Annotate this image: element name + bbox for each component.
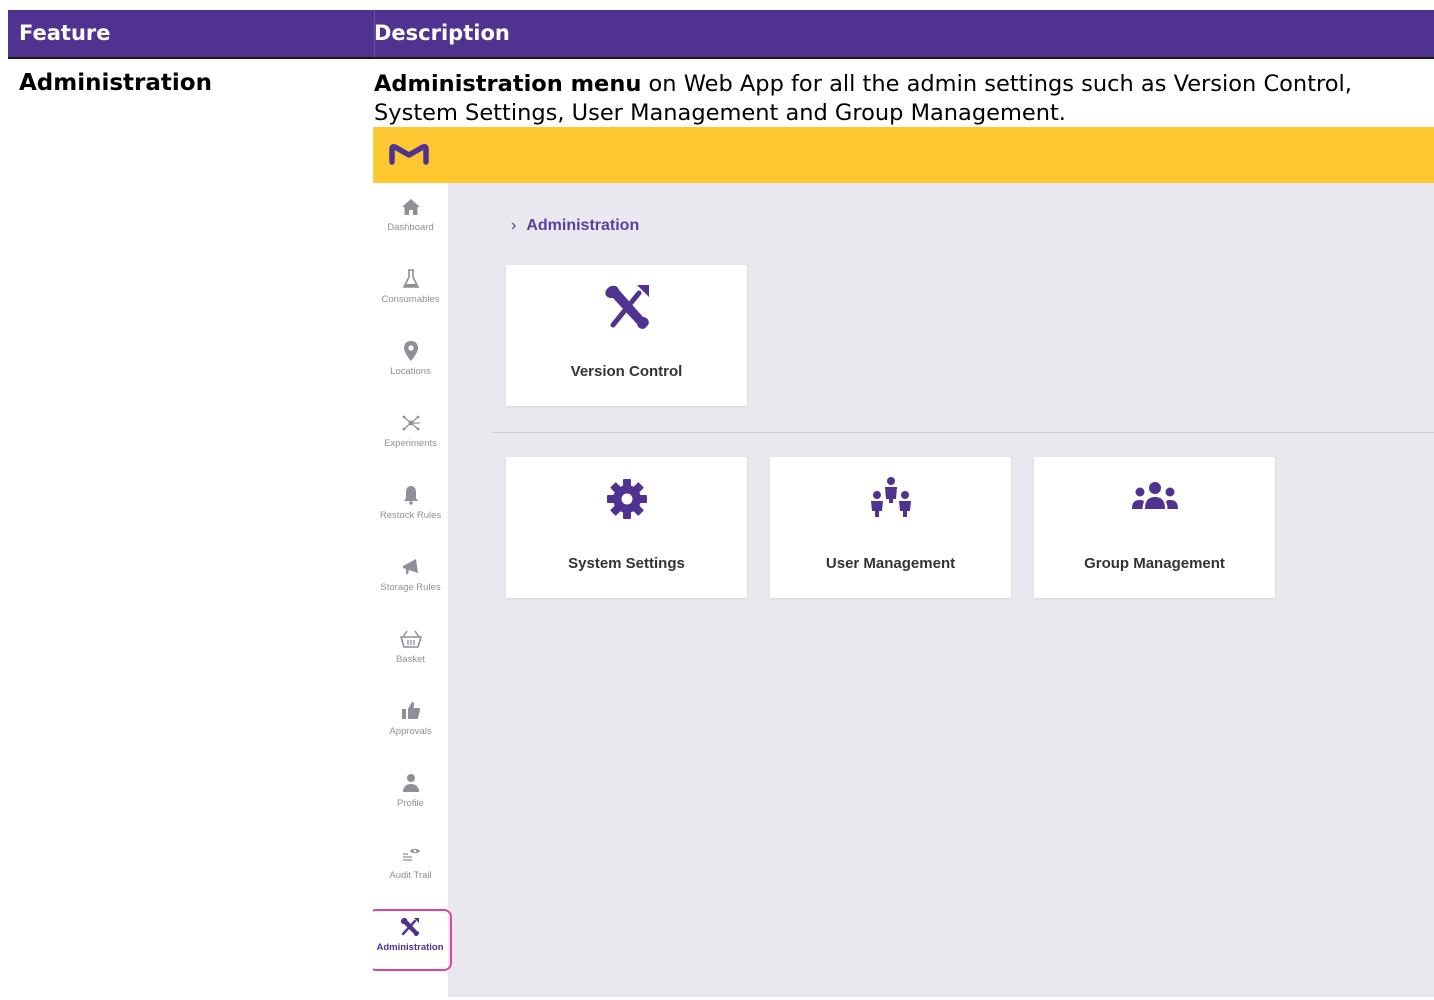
sidebar-item-label: Storage Rules xyxy=(380,582,441,593)
card-label: System Settings xyxy=(568,555,685,572)
map-pin-icon xyxy=(403,341,418,361)
sidebar-item-locations[interactable]: Locations xyxy=(373,339,448,403)
app-screenshot: Dashboard Consumables Locations Experime… xyxy=(373,127,1434,997)
merck-m-logo-icon[interactable] xyxy=(389,143,429,165)
table-header: Feature Description xyxy=(8,10,1434,59)
feature-description: Administration menu on Web App for all t… xyxy=(374,70,1434,128)
sidebar-item-dashboard[interactable]: Dashboard xyxy=(373,195,448,259)
user-management-card[interactable]: User Management xyxy=(770,457,1011,598)
sidebar-item-label: Administration xyxy=(376,942,444,953)
basket-icon xyxy=(399,630,422,648)
sidebar: Dashboard Consumables Locations Experime… xyxy=(373,183,452,997)
sidebar-item-label: Locations xyxy=(390,366,431,377)
app-topbar xyxy=(373,127,1434,183)
sidebar-item-consumables[interactable]: Consumables xyxy=(373,267,448,331)
sidebar-item-experiments[interactable]: Experiments xyxy=(373,411,448,475)
home-icon xyxy=(401,199,420,215)
description-bold: Administration menu xyxy=(374,71,642,97)
gear-icon xyxy=(606,479,647,519)
sidebar-item-audit-trail[interactable]: Audit Trail xyxy=(373,843,448,907)
user-hierarchy-icon xyxy=(870,477,911,517)
card-label: Version Control xyxy=(570,363,683,380)
version-control-card[interactable]: Version Control xyxy=(506,265,747,406)
sidebar-item-restock-rules[interactable]: Restock Rules xyxy=(373,483,448,547)
feature-name: Administration xyxy=(19,70,212,96)
user-icon xyxy=(402,774,419,792)
sidebar-item-label: Approvals xyxy=(389,726,432,737)
header-feature: Feature xyxy=(19,21,111,45)
sidebar-item-label: Profile xyxy=(397,798,424,809)
breadcrumb-current[interactable]: Administration xyxy=(526,217,639,234)
megaphone-icon xyxy=(402,559,418,574)
sidebar-item-label: Experiments xyxy=(384,438,437,449)
sidebar-item-label: Audit Trail xyxy=(389,870,432,881)
sidebar-item-approvals[interactable]: Approvals xyxy=(373,699,448,763)
section-divider xyxy=(493,432,1434,433)
system-settings-card[interactable]: System Settings xyxy=(506,457,747,598)
card-label: User Management xyxy=(825,555,956,572)
chevron-right-icon: › xyxy=(511,217,517,234)
header-description: Description xyxy=(374,21,510,45)
flask-icon xyxy=(402,269,419,288)
sidebar-item-label: Basket xyxy=(395,654,426,665)
sidebar-item-label: Restock Rules xyxy=(379,510,442,521)
sidebar-item-basket[interactable]: Basket xyxy=(373,627,448,691)
card-label: Group Management xyxy=(1084,555,1225,572)
sidebar-item-profile[interactable]: Profile xyxy=(373,771,448,835)
sidebar-item-label: Consumables xyxy=(381,294,440,305)
sidebar-item-storage-rules[interactable]: Storage Rules xyxy=(373,555,448,619)
users-group-icon xyxy=(1131,482,1178,509)
bell-icon xyxy=(403,486,418,505)
sidebar-item-label: Dashboard xyxy=(387,222,434,233)
breadcrumb: › Administration xyxy=(511,217,639,235)
thumbs-up-icon xyxy=(401,702,420,719)
tools-icon xyxy=(604,285,649,329)
sidebar-item-administration[interactable]: Administration xyxy=(373,909,452,971)
eye-list-icon xyxy=(402,848,420,861)
tools-icon xyxy=(400,917,420,937)
group-management-card[interactable]: Group Management xyxy=(1034,457,1275,598)
network-icon xyxy=(402,415,420,431)
